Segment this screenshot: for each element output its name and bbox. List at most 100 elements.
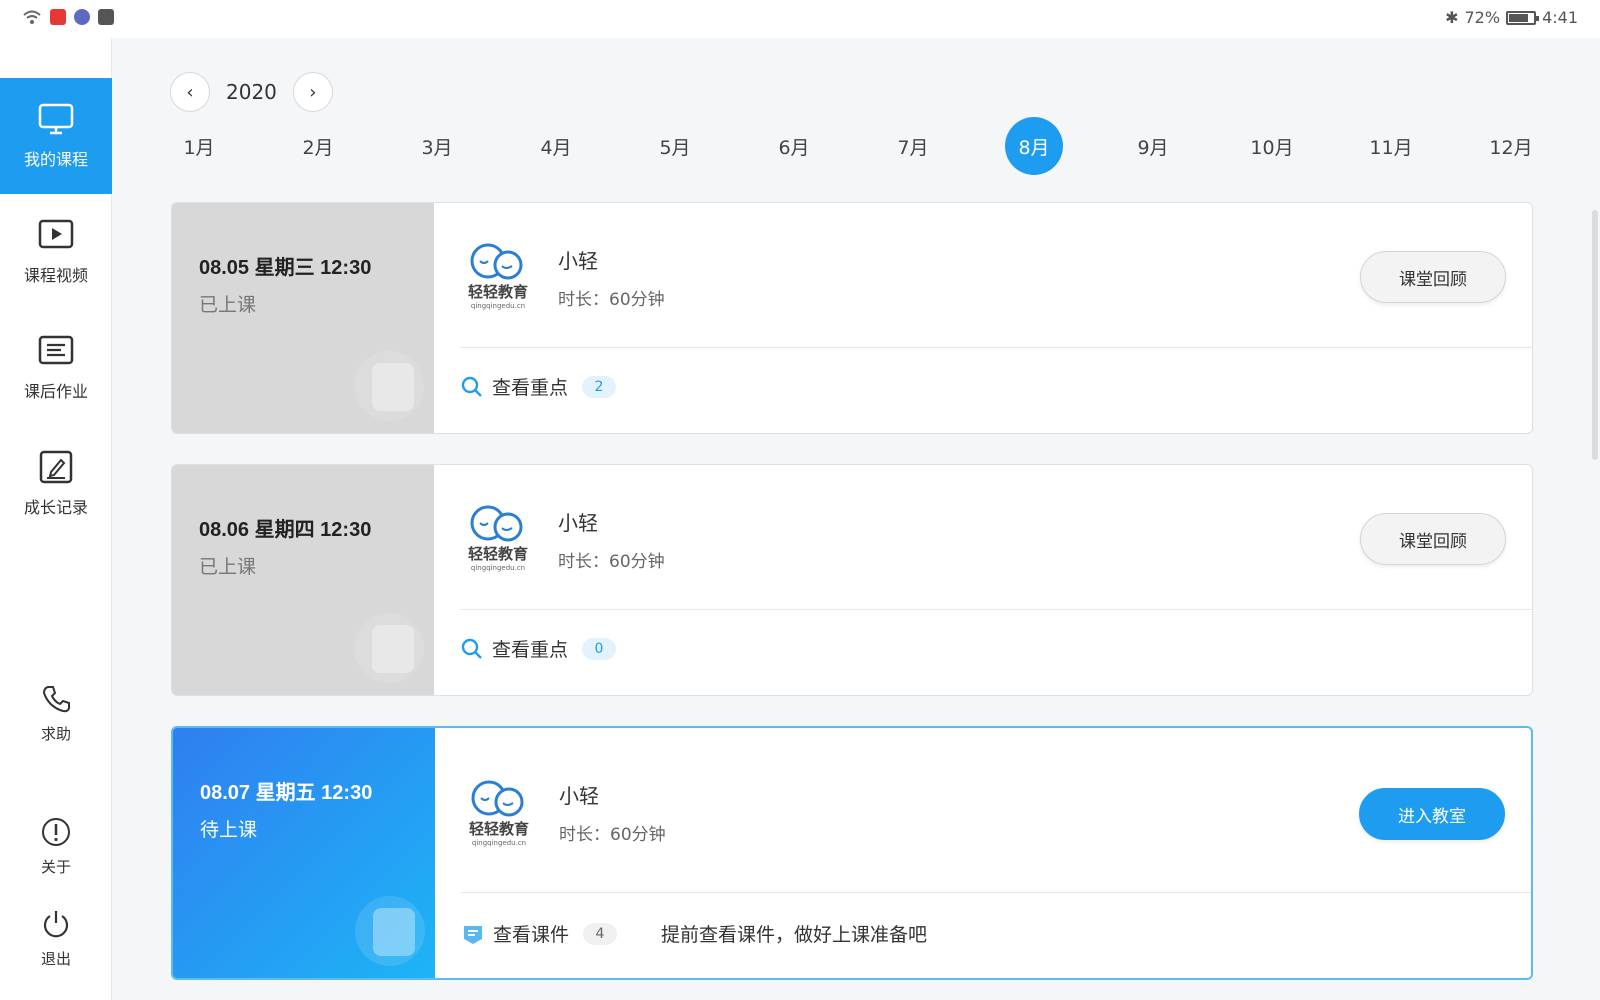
sidebar-item-label: 关于 — [40, 857, 71, 876]
course-details: 轻轻教育 qingqingedu.cn 小轻 时长：60分钟 课堂回顾 查看重点… — [434, 203, 1532, 433]
view-courseware-link[interactable]: 查看课件 4 提前查看课件，做好上课准备吧 — [461, 920, 927, 947]
sidebar: 我的课程 课程视频 课后作业 成长记录 求助 关于 退出 — [0, 38, 112, 1000]
qingqing-logo-icon: 轻轻教育 qingqingedu.cn — [468, 505, 528, 572]
music-app-icon — [74, 9, 90, 25]
logo-subtext: qingqingedu.cn — [472, 839, 526, 847]
card-divider — [460, 609, 1532, 610]
next-year-button[interactable]: › — [292, 72, 333, 112]
sidebar-item-label: 我的课程 — [23, 150, 88, 169]
course-date-panel: 08.07 星期五 12:30 待上课 — [173, 728, 435, 978]
month-selector: 1月 2月 3月 4月 5月 6月 7月 8月 9月 10月 11月 12月 — [170, 117, 1540, 175]
highlights-count-badge: 2 — [582, 375, 617, 398]
logo-text: 轻轻教育 — [468, 545, 528, 563]
month-6[interactable]: 6月 — [765, 117, 823, 175]
prev-year-button[interactable]: ‹ — [170, 72, 210, 112]
month-9[interactable]: 9月 — [1124, 117, 1182, 175]
view-highlights-label: 查看重点 — [492, 639, 569, 661]
qingqing-logo-icon: 轻轻教育 qingqingedu.cn — [468, 243, 528, 310]
qingqing-logo-icon: 轻轻教育 qingqingedu.cn — [469, 780, 529, 847]
month-12[interactable]: 12月 — [1482, 117, 1540, 175]
month-5[interactable]: 5月 — [646, 117, 704, 175]
year-navigation: ‹ 2020 › — [170, 72, 333, 112]
sidebar-item-label: 求助 — [40, 724, 71, 743]
sidebar-item-about[interactable]: 关于 — [0, 806, 112, 886]
class-review-button[interactable]: 课堂回顾 — [1360, 251, 1506, 303]
month-1[interactable]: 1月 — [170, 117, 228, 175]
battery-fill — [1509, 13, 1528, 22]
battery-icon — [1506, 10, 1540, 25]
courseware-count-badge: 4 — [583, 922, 618, 945]
monitor-icon — [38, 103, 74, 135]
view-courseware-label: 查看课件 — [493, 924, 570, 946]
status-bar: ✱ 72% 4:41 — [0, 0, 1600, 38]
view-highlights-link[interactable]: 查看重点 2 — [460, 373, 617, 400]
battery-percent: 72% — [1464, 8, 1501, 27]
view-highlights-link[interactable]: 查看重点 0 — [460, 635, 617, 662]
course-card[interactable]: 08.06 星期四 12:30 已上课 轻轻教育 qingqingedu.cn … — [171, 464, 1533, 696]
sidebar-item-label: 成长记录 — [23, 498, 88, 517]
logo-subtext: qingqingedu.cn — [471, 564, 525, 572]
logo-text: 轻轻教育 — [469, 820, 529, 838]
month-4[interactable]: 4月 — [527, 117, 585, 175]
view-highlights-label: 查看重点 — [492, 377, 569, 399]
course-date-panel: 08.06 星期四 12:30 已上课 — [172, 465, 434, 695]
scrollbar[interactable] — [1592, 210, 1598, 460]
course-status: 已上课 — [199, 556, 257, 578]
sidebar-item-label: 课程视频 — [23, 266, 88, 285]
sidebar-item-growth-record[interactable]: 成长记录 — [0, 426, 112, 542]
course-status: 已上课 — [199, 294, 257, 316]
course-duration: 时长：60分钟 — [558, 552, 665, 572]
sidebar-item-logout[interactable]: 退出 — [0, 898, 112, 978]
logo-subtext: qingqingedu.cn — [471, 302, 525, 310]
month-7[interactable]: 7月 — [884, 117, 942, 175]
sidebar-item-help[interactable]: 求助 — [0, 673, 112, 753]
upload-icon — [98, 9, 114, 25]
sidebar-item-my-courses[interactable]: 我的课程 — [0, 78, 112, 194]
course-duration: 时长：60分钟 — [558, 290, 665, 310]
month-3[interactable]: 3月 — [408, 117, 466, 175]
card-divider — [461, 892, 1531, 893]
course-details: 轻轻教育 qingqingedu.cn 小轻 时长：60分钟 进入教室 查看课件… — [435, 728, 1531, 978]
course-status: 待上课 — [200, 819, 258, 841]
phone-icon — [42, 685, 70, 712]
teacher-name: 小轻 — [558, 249, 598, 273]
teacher-name: 小轻 — [558, 511, 598, 535]
notification-app-icon — [50, 9, 66, 25]
logo-text: 轻轻教育 — [468, 283, 528, 301]
highlights-count-badge: 0 — [582, 637, 617, 660]
enter-classroom-button[interactable]: 进入教室 — [1359, 788, 1505, 840]
info-icon — [42, 817, 70, 846]
search-icon — [461, 376, 482, 397]
status-icons — [22, 9, 114, 25]
sidebar-item-course-videos[interactable]: 课程视频 — [0, 194, 112, 310]
sidebar-item-homework[interactable]: 课后作业 — [0, 310, 112, 426]
course-card-upcoming[interactable]: 08.07 星期五 12:30 待上课 轻轻教育 qingqingedu.cn … — [171, 726, 1533, 980]
play-video-icon — [38, 219, 74, 249]
teacher-name: 小轻 — [559, 784, 599, 808]
sidebar-item-label: 退出 — [40, 949, 71, 968]
class-review-button[interactable]: 课堂回顾 — [1360, 513, 1506, 565]
homework-icon — [38, 335, 74, 365]
chevron-right-icon: › — [309, 81, 317, 103]
course-date: 08.06 星期四 12:30 — [199, 519, 372, 541]
clock: 4:41 — [1542, 8, 1578, 27]
power-icon — [43, 910, 69, 937]
bluetooth-icon: ✱ — [1445, 8, 1459, 27]
month-2[interactable]: 2月 — [289, 117, 347, 175]
search-icon — [461, 638, 482, 659]
courseware-watermark-icon — [355, 896, 425, 966]
sidebar-item-label: 课后作业 — [23, 382, 88, 401]
year-label: 2020 — [226, 80, 277, 104]
month-11[interactable]: 11月 — [1362, 117, 1420, 175]
month-10[interactable]: 10月 — [1243, 117, 1301, 175]
month-8-selected[interactable]: 8月 — [1005, 117, 1063, 175]
chevron-left-icon: ‹ — [186, 81, 194, 103]
card-divider — [460, 347, 1532, 348]
status-right: ✱ 72% 4:41 — [1445, 8, 1578, 27]
course-details: 轻轻教育 qingqingedu.cn 小轻 时长：60分钟 课堂回顾 查看重点… — [434, 465, 1532, 695]
courseware-tip: 提前查看课件，做好上课准备吧 — [661, 924, 928, 946]
course-date: 08.07 星期五 12:30 — [200, 782, 373, 804]
course-card[interactable]: 08.05 星期三 12:30 已上课 轻轻教育 qingqingedu.cn … — [171, 202, 1533, 434]
course-date: 08.05 星期三 12:30 — [199, 257, 372, 279]
courseware-watermark-icon — [354, 351, 424, 421]
